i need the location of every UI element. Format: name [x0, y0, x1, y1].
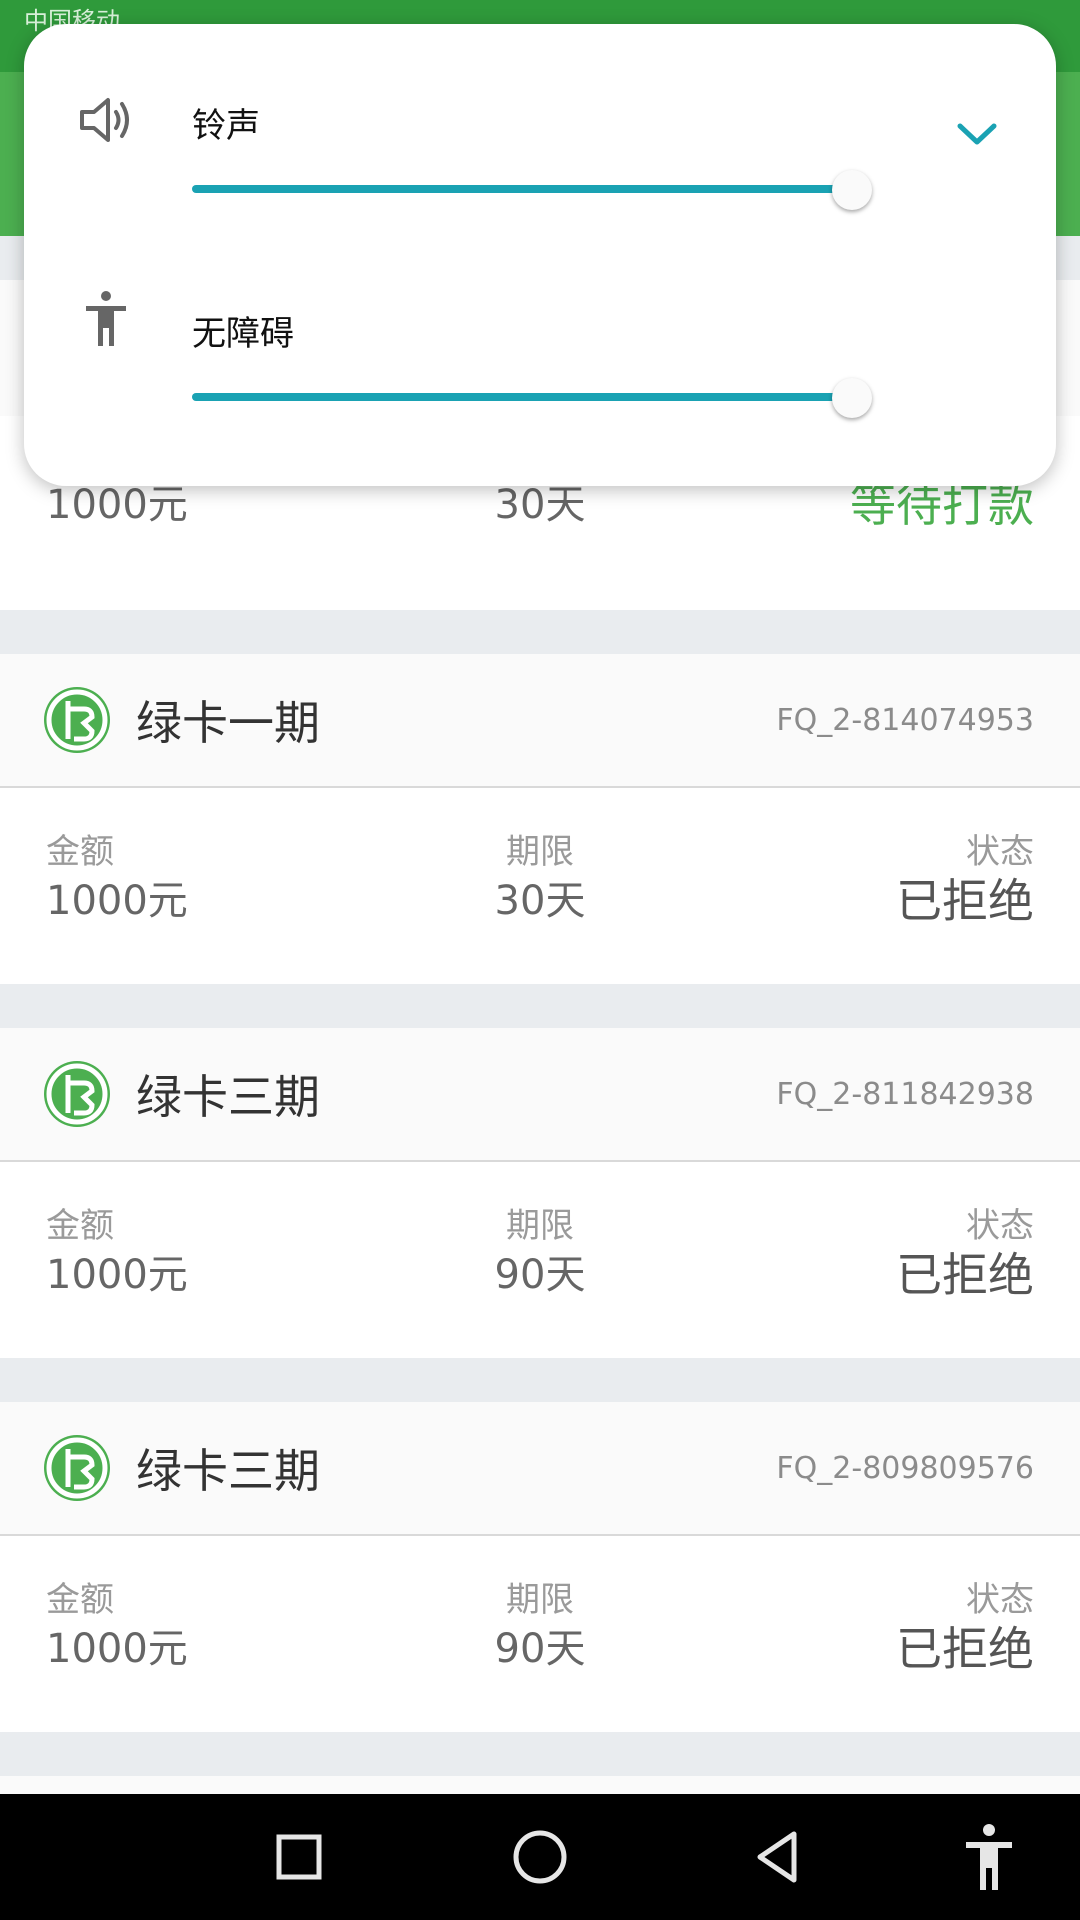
list-gap	[0, 610, 1080, 654]
home-icon[interactable]	[503, 1820, 577, 1894]
ringtone-label: 铃声	[192, 106, 260, 146]
amount-value: 1000元	[46, 878, 188, 924]
loan-card-body[interactable]: 金额 1000元 期限 90天 状态 已拒绝	[0, 1162, 1080, 1358]
card-title: 绿卡三期	[136, 1070, 320, 1124]
status-value: 已拒绝	[896, 1622, 1034, 1676]
term-label: 期限	[506, 832, 574, 872]
status-value: 已拒绝	[896, 874, 1034, 928]
loan-card-header[interactable]: 绿卡一期 FQ_2-814074953	[0, 654, 1080, 788]
navigation-bar	[0, 1794, 1080, 1920]
status-label: 状态	[966, 1206, 1034, 1246]
order-id: FQ_2-809809576	[776, 1450, 1034, 1486]
order-id: FQ_2-811842938	[776, 1076, 1034, 1112]
term-label: 期限	[506, 1580, 574, 1620]
amount-label: 金额	[46, 1206, 114, 1246]
status-label: 状态	[966, 1580, 1034, 1620]
loan-list[interactable]: 绿卡一期 FQ_2-814074953 金额 1000元 期限 30天 状态 已…	[0, 610, 1080, 1794]
card-title: 绿卡三期	[136, 1444, 320, 1498]
list-gap	[0, 1358, 1080, 1402]
list-gap	[0, 1732, 1080, 1776]
accessibility-slider-track	[192, 393, 852, 401]
ringtone-slider[interactable]	[192, 170, 892, 210]
accessibility-slider-thumb[interactable]	[832, 378, 872, 418]
ringtone-slider-thumb[interactable]	[832, 170, 872, 210]
term-value: 90天	[494, 1626, 586, 1672]
recent-apps-icon[interactable]	[262, 1820, 336, 1894]
chevron-down-icon[interactable]	[952, 116, 1002, 152]
loan-card-header[interactable]: 绿卡三期 FQ_2-811842938	[0, 1028, 1080, 1162]
back-icon[interactable]	[742, 1820, 816, 1894]
loan-card-header[interactable]: 绿卡三期 FQ_2-809809576	[0, 1402, 1080, 1536]
accessibility-label: 无障碍	[192, 314, 294, 354]
speaker-icon[interactable]	[74, 88, 138, 156]
order-id: FQ_2-814074953	[776, 702, 1034, 738]
status-value: 已拒绝	[896, 1248, 1034, 1302]
card-title: 绿卡一期	[136, 696, 320, 750]
accessibility-icon[interactable]	[952, 1820, 1026, 1894]
term-value: 90天	[494, 1252, 586, 1298]
amount-label: 金额	[46, 832, 114, 872]
accessibility-icon[interactable]	[74, 288, 138, 356]
term-label: 期限	[506, 1206, 574, 1246]
amount-label: 金额	[46, 1580, 114, 1620]
ringtone-slider-track	[192, 185, 852, 193]
loan-card-body[interactable]: 金额 1000元 期限 90天 状态 已拒绝	[0, 1536, 1080, 1732]
brand-logo-icon	[44, 1061, 110, 1127]
term-value: 30天	[494, 878, 586, 924]
loan-card-header-partial[interactable]	[0, 1776, 1080, 1794]
brand-logo-icon	[44, 687, 110, 753]
list-gap	[0, 984, 1080, 1028]
volume-panel: 铃声 无障碍	[24, 24, 1056, 486]
status-label: 状态	[966, 832, 1034, 872]
brand-logo-icon	[44, 1435, 110, 1501]
amount-value: 1000元	[46, 1252, 188, 1298]
accessibility-slider[interactable]	[192, 378, 892, 418]
amount-value: 1000元	[46, 1626, 188, 1672]
loan-card-body[interactable]: 金额 1000元 期限 30天 状态 已拒绝	[0, 788, 1080, 984]
